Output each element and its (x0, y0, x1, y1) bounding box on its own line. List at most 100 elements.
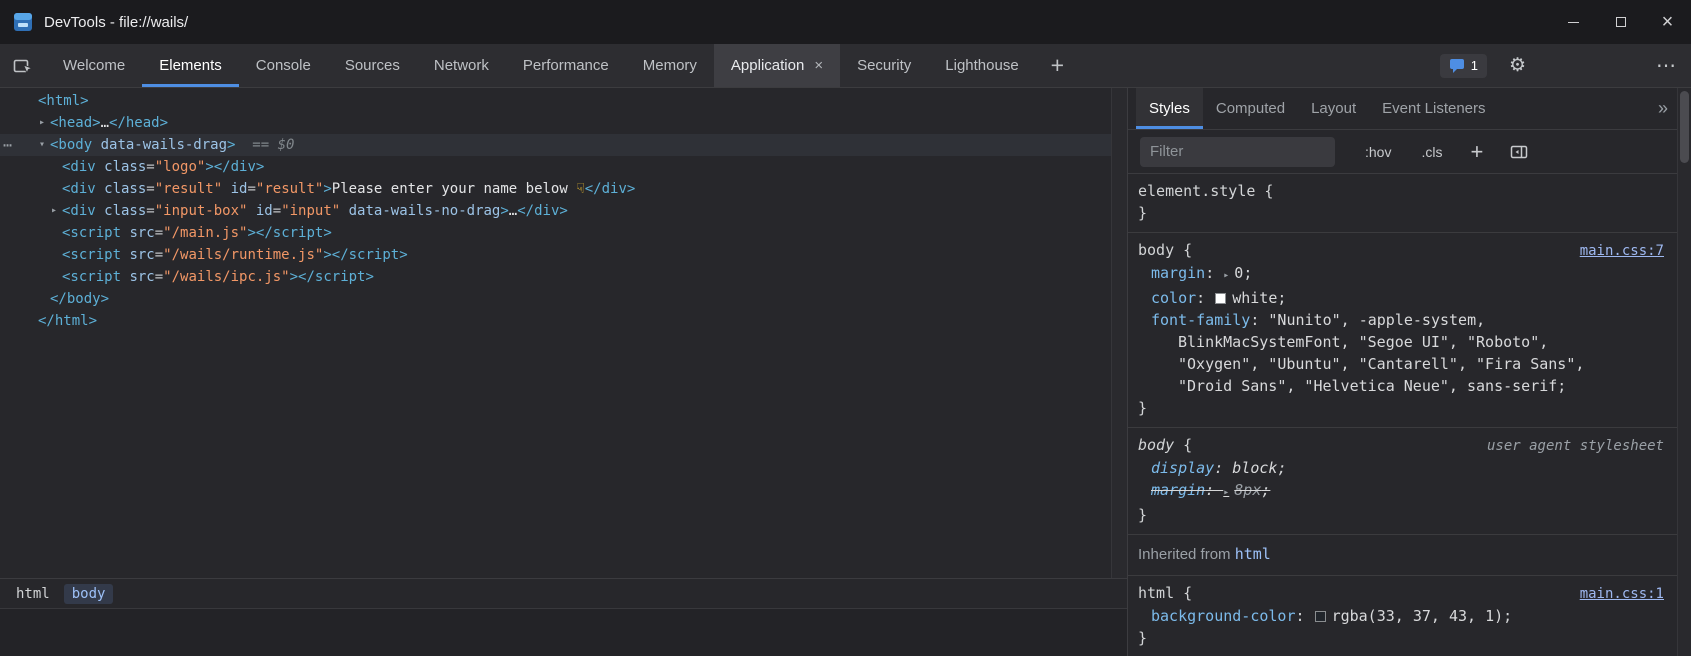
styles-filter-row: :hov .cls + (1128, 130, 1678, 174)
css-declaration[interactable]: display: block; (1138, 457, 1608, 479)
feedback-badge[interactable]: 1 (1440, 54, 1487, 78)
tab-elements[interactable]: Elements (142, 44, 239, 87)
tab-memory[interactable]: Memory (626, 44, 714, 87)
code-token: </script> (256, 222, 332, 244)
colon: : (1214, 459, 1232, 477)
code-token: … (509, 200, 517, 222)
close-tab-icon[interactable]: × (814, 57, 823, 74)
tab-application[interactable]: Application× (714, 44, 840, 87)
more-actions-icon[interactable]: ⋯ (0, 134, 22, 156)
code-token: <script (62, 222, 121, 244)
expand-arrow-icon[interactable]: ▸ (46, 200, 62, 222)
css-selector[interactable]: body (1138, 436, 1174, 454)
close-button[interactable]: × (1644, 0, 1691, 44)
code-token: </div> (214, 156, 265, 178)
tab-layout[interactable]: Layout (1298, 88, 1369, 129)
minimize-icon (1568, 22, 1579, 23)
semicolon: ; (1261, 481, 1270, 499)
dom-tree-row[interactable]: <div class="result" id="result">Please e… (0, 178, 1127, 200)
code-token: </body> (50, 288, 109, 310)
code-token: </head> (109, 112, 168, 134)
code-token: > (323, 244, 331, 266)
code-token: "/wails/runtime.js" (163, 244, 323, 266)
code-token: "result" (155, 178, 222, 200)
minimize-button[interactable] (1550, 0, 1597, 44)
css-declaration[interactable]: color: white; (1138, 287, 1608, 309)
css-property-name: margin (1151, 264, 1205, 282)
code-token: </div> (517, 200, 568, 222)
class-toggle-button[interactable]: .cls (1421, 144, 1442, 160)
style-rule: body {user agent stylesheetdisplay: bloc… (1128, 428, 1678, 535)
dom-tree-row[interactable]: </html> (0, 310, 1127, 332)
close-brace: } (1138, 504, 1668, 526)
css-declaration[interactable]: font-family: "Nunito", -apple-system, Bl… (1138, 309, 1608, 397)
color-swatch[interactable] (1315, 611, 1326, 622)
dom-tree-row[interactable]: <script src="/wails/runtime.js"></script… (0, 244, 1127, 266)
css-property-name: display (1151, 459, 1214, 477)
code-token: data-wails-drag (92, 134, 227, 156)
css-property-name: font-family (1151, 311, 1250, 329)
tab-console[interactable]: Console (239, 44, 328, 87)
open-brace: { (1174, 241, 1192, 259)
scrollbar-thumb[interactable] (1680, 91, 1689, 163)
elements-scrollbar[interactable] (1111, 88, 1127, 578)
expand-arrow-icon[interactable]: ▾ (34, 134, 50, 156)
colon: : (1196, 289, 1214, 307)
dom-tree-row[interactable]: <script src="/wails/ipc.js"></script> (0, 266, 1127, 288)
stylesheet-link[interactable]: main.css:7 (1580, 240, 1664, 262)
expand-arrow-icon[interactable]: ▸ (1223, 487, 1229, 498)
css-selector[interactable]: html (1138, 584, 1174, 602)
inspect-icon (12, 55, 34, 77)
more-menu-icon[interactable]: ⋯ (1656, 53, 1677, 78)
tab-label: Performance (523, 57, 609, 74)
computed-sidebar-toggle-icon[interactable] (1509, 142, 1529, 162)
dom-tree-row[interactable]: <div class="logo"></div> (0, 156, 1127, 178)
styles-scrollbar[interactable] (1677, 88, 1691, 656)
css-declaration[interactable]: background-color: rgba(33, 37, 43, 1); (1138, 605, 1608, 627)
overflow-tabs-icon[interactable]: » (1648, 88, 1678, 129)
styles-filter-input[interactable] (1140, 137, 1335, 167)
dom-tree-row[interactable]: <script src="/main.js"></script> (0, 222, 1127, 244)
dom-tree-row[interactable]: ▸<div class="input-box" id="input" data-… (0, 200, 1127, 222)
more-tabs-button[interactable]: + (1036, 44, 1079, 87)
tab-styles[interactable]: Styles (1136, 88, 1203, 129)
css-declaration[interactable]: margin: ▸8px; (1138, 479, 1608, 504)
maximize-icon (1616, 17, 1626, 27)
tab-welcome[interactable]: Welcome (46, 44, 142, 87)
breadcrumb-item-body[interactable]: body (64, 584, 114, 604)
dom-tree-row[interactable]: </body> (0, 288, 1127, 310)
color-swatch[interactable] (1215, 293, 1226, 304)
css-property-value: 0 (1234, 264, 1243, 282)
tab-event-listeners[interactable]: Event Listeners (1369, 88, 1498, 129)
tab-computed[interactable]: Computed (1203, 88, 1298, 129)
pseudo-state-button[interactable]: :hov (1365, 144, 1391, 160)
code-token: src (121, 222, 155, 244)
breadcrumb-item-html[interactable]: html (8, 584, 58, 604)
css-declaration[interactable]: margin: ▸0; (1138, 262, 1608, 287)
node-link[interactable]: html (1235, 545, 1271, 563)
dom-tree-row[interactable]: ▸<head>…</head> (0, 112, 1127, 134)
expand-arrow-icon[interactable]: ▸ (34, 112, 50, 134)
rule-header: body { main.css:7 (1138, 239, 1668, 262)
dom-tree-row[interactable]: ⋯▾<body data-wails-drag> == $0 (0, 134, 1127, 156)
selector-line: html { (1138, 582, 1192, 604)
code-token: == $0 (235, 134, 294, 156)
maximize-button[interactable] (1597, 0, 1644, 44)
semicolon: ; (1277, 459, 1286, 477)
tab-security[interactable]: Security (840, 44, 928, 87)
css-selector[interactable]: body (1138, 241, 1174, 259)
stylesheet-link[interactable]: main.css:1 (1580, 583, 1664, 605)
tab-performance[interactable]: Performance (506, 44, 626, 87)
expand-arrow-icon[interactable]: ▸ (1223, 270, 1229, 281)
devtools-logo-icon (14, 13, 32, 31)
style-rules-list: element.style {} body { main.css:7 margin: … (1128, 174, 1678, 656)
tab-network[interactable]: Network (417, 44, 506, 87)
inspect-element-button[interactable] (0, 44, 46, 87)
new-style-rule-button[interactable]: + (1470, 139, 1483, 165)
dom-tree-row[interactable]: <html> (0, 90, 1127, 112)
css-selector[interactable]: element.style (1138, 182, 1255, 200)
settings-gear-icon[interactable]: ⚙ (1509, 54, 1526, 77)
code-token: ☟ (576, 178, 585, 200)
tab-sources[interactable]: Sources (328, 44, 417, 87)
tab-lighthouse[interactable]: Lighthouse (928, 44, 1035, 87)
